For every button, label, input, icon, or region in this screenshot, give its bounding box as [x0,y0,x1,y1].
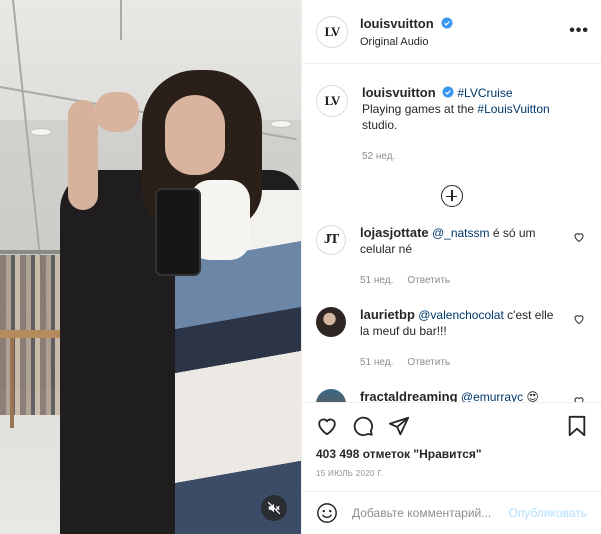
post-date[interactable]: 15 ИЮЛЬ 2020 Г. [316,469,587,478]
phone [155,188,201,276]
more-options-icon[interactable]: ••• [569,22,589,40]
avatar[interactable] [316,307,346,337]
post-comment-button[interactable]: Опубликовать [509,506,587,520]
username-link[interactable]: louisvuitton [360,16,434,31]
avatar[interactable]: JT [316,225,346,255]
caption-text: studio. [362,118,398,132]
timestamp[interactable]: 52 нед. [362,151,395,162]
post-actions: 403 498 отметок "Нравится" 15 ИЮЛЬ 2020 … [302,402,601,478]
mute-button[interactable] [261,495,287,521]
comments-list[interactable]: LV louisvuitton #LVCruise Playing games … [302,65,601,402]
avatar[interactable]: LV [316,85,348,117]
comment-item: laurietbp @valenchocolat c'est elle la m… [316,307,587,371]
hashtag-link[interactable]: #LouisVuitton [477,102,549,116]
timestamp[interactable]: 51 нед. [360,357,393,368]
plus-circle-icon [440,185,463,207]
speaker-muted-icon [267,501,281,515]
load-more-comments-button[interactable] [316,185,587,207]
table-leg [10,338,14,428]
username-link[interactable]: fractaldreaming [360,389,458,402]
like-comment-heart-icon[interactable] [573,313,585,325]
person-face [165,95,225,175]
emoji-smiley-icon[interactable] [316,502,338,524]
caption: LV louisvuitton #LVCruise Playing games … [316,85,587,165]
post-side-panel: LV louisvuitton Original Audio ••• LV lo… [301,0,601,534]
mirror-frame [120,0,122,40]
like-comment-heart-icon[interactable] [573,395,585,402]
likes-count[interactable]: 403 498 отметок "Нравится" [316,447,587,461]
mention-link[interactable]: @valenchocolat [418,308,504,322]
avatar[interactable]: LV [316,15,348,48]
person-arm [68,100,98,210]
comment-item: JT lojasjottate @_natssm é só um celular… [316,225,587,289]
share-paper-plane-icon[interactable] [388,415,410,437]
like-heart-icon[interactable] [316,415,338,437]
caption-text: Playing games at the [362,102,478,116]
username-link[interactable]: lojasjottate [360,225,429,240]
ceiling-light [30,128,52,136]
avatar[interactable] [316,389,346,402]
mention-link[interactable]: @emurrayc [461,390,523,402]
hashtag-link[interactable]: #LVCruise [457,86,512,100]
username-link[interactable]: louisvuitton [362,85,436,100]
add-comment-bar: Добавьте комментарий... Опубликовать [302,491,601,534]
username-link[interactable]: laurietbp [360,307,415,322]
comment-item: fractaldreaming @emurrayc 😍 [316,389,587,402]
ceiling-light [270,120,292,128]
reply-button[interactable]: Ответить [407,275,450,286]
audio-link[interactable]: Original Audio [360,36,453,48]
person-hand [95,92,139,132]
reply-button[interactable]: Ответить [407,357,450,368]
comment-bubble-icon[interactable] [352,415,374,437]
comment-input[interactable]: Добавьте комментарий... [352,506,509,520]
comment-text: 😍 [523,390,539,402]
timestamp[interactable]: 51 нед. [360,275,393,286]
like-comment-heart-icon[interactable] [573,231,585,243]
verified-badge-icon [441,17,453,29]
post-video[interactable] [0,0,301,534]
save-bookmark-icon[interactable] [567,415,587,437]
verified-badge-icon [442,86,454,98]
post-header: LV louisvuitton Original Audio ••• [302,0,601,64]
mention-link[interactable]: @_natssm [432,226,490,240]
